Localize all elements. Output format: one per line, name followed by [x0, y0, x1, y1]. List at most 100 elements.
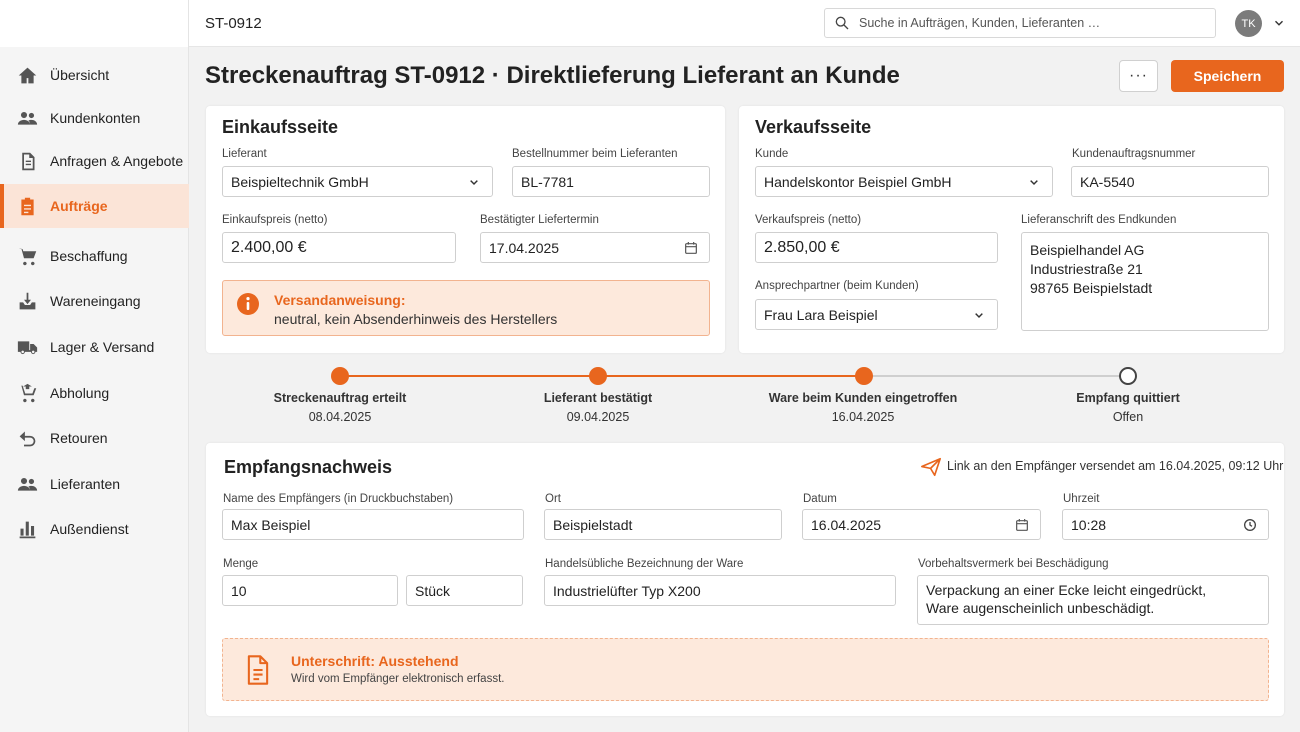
timeline-dot-done — [855, 367, 873, 385]
sidebar-item-lager-versand[interactable]: Lager & Versand — [0, 325, 189, 369]
sidebar-item-lieferanten[interactable]: Lieferanten — [0, 462, 189, 506]
people-icon — [16, 107, 38, 129]
purchase-price-value: 2.400,00 € — [231, 238, 307, 256]
delivery-date-label: Bestätigter Liefertermin — [480, 214, 599, 226]
clipboard-icon — [16, 195, 38, 217]
reservation-field[interactable]: Verpackung an einer Ecke leicht eingedrü… — [917, 575, 1269, 625]
customer-order-value: KA-5540 — [1080, 173, 1135, 190]
topbar: ST-0912 TK — [189, 0, 1300, 47]
quantity-field[interactable]: 10 — [222, 575, 398, 606]
more-options-button[interactable]: ··· — [1119, 60, 1158, 92]
signature-text: Wird vom Empfänger elektronisch erfasst. — [291, 673, 505, 685]
reservation-line-2: Ware augenscheinlich unbeschädigt. — [926, 600, 1155, 616]
page-title: Streckenauftrag ST-0912 · Direktlieferun… — [205, 62, 900, 89]
timeline-step-date: 09.04.2025 — [566, 410, 630, 424]
timeline-pending-line — [864, 375, 1128, 377]
sales-price-field[interactable]: 2.850,00 € — [755, 232, 998, 263]
sidebar-item-beschaffung[interactable]: Beschaffung — [0, 234, 189, 278]
sales-title: Verkaufsseite — [755, 117, 872, 137]
chevron-down-icon — [975, 312, 983, 318]
date-field[interactable]: 16.04.2025 — [802, 509, 1041, 540]
save-button[interactable]: Speichern — [1171, 60, 1284, 92]
timeline-step-date: 16.04.2025 — [831, 410, 895, 424]
search-input[interactable] — [859, 16, 1209, 30]
recipient-name-label: Name des Empfängers (in Druckbuchstaben) — [223, 493, 454, 505]
sidebar-item-auftraege[interactable]: Aufträge — [0, 184, 189, 228]
goods-value: Industrielüfter Typ X200 — [553, 582, 701, 599]
contact-select[interactable]: Frau Lara Beispiel — [755, 299, 998, 330]
customer-order-field[interactable]: KA-5540 — [1071, 166, 1269, 197]
sidebar-item-label: Anfragen & Angebote — [50, 153, 184, 169]
sidebar-item-label: Übersicht — [50, 67, 110, 83]
receipt-title: Empfangsnachweis — [224, 457, 393, 477]
calendar-icon[interactable] — [1014, 517, 1030, 533]
breadcrumb[interactable]: ST-0912 — [205, 15, 262, 32]
purchase-card: Einkaufsseite Lieferant Beispieltechnik … — [206, 106, 725, 353]
cart-icon — [16, 245, 38, 267]
document-icon — [16, 150, 38, 172]
notice-text: neutral, kein Absenderhinweis des Herste… — [274, 311, 558, 327]
return-arrow-icon — [16, 427, 38, 449]
customer-order-label: Kundenauftragsnummer — [1072, 148, 1196, 160]
global-search[interactable] — [824, 8, 1216, 38]
timeline-step-date: 08.04.2025 — [308, 410, 372, 424]
date-label: Datum — [803, 493, 837, 505]
purchase-price-field[interactable]: 2.400,00 € — [222, 232, 456, 263]
goods-field[interactable]: Industrielüfter Typ X200 — [544, 575, 896, 606]
sidebar-item-anfragen[interactable]: Anfragen & Angebote — [0, 139, 189, 183]
send-icon — [921, 457, 941, 477]
sidebar-item-label: Kundenkonten — [50, 110, 141, 126]
signature-title: Unterschrift: Ausstehend — [291, 653, 459, 669]
sidebar-item-abholung[interactable]: Abholung — [0, 371, 189, 415]
chevron-down-icon[interactable] — [1272, 16, 1286, 30]
time-field[interactable]: 10:28 — [1062, 509, 1269, 540]
time-label: Uhrzeit — [1063, 493, 1100, 505]
calendar-icon[interactable] — [683, 240, 699, 256]
user-avatar[interactable]: TK — [1235, 10, 1262, 37]
sidebar-item-label: Beschaffung — [50, 248, 128, 264]
sidebar: Übersicht Kundenkonten Anfragen & Angebo… — [0, 0, 189, 732]
recipient-name-value: Max Beispiel — [231, 516, 311, 533]
city-field[interactable]: Beispielstadt — [544, 509, 782, 540]
customer-select[interactable]: Handelskontor Beispiel GmbH — [755, 166, 1053, 197]
reservation-label: Vorbehaltsvermerk bei Beschädigung — [918, 558, 1109, 570]
sidebar-item-uebersicht[interactable]: Übersicht — [0, 53, 189, 97]
order-number-field[interactable]: BL-7781 — [512, 166, 710, 197]
clock-icon[interactable] — [1242, 517, 1258, 533]
people-icon — [16, 473, 38, 495]
supplier-value: Beispieltechnik GmbH — [231, 173, 369, 190]
sidebar-item-kundenkonten[interactable]: Kundenkonten — [0, 96, 189, 140]
sidebar-item-label: Retouren — [50, 430, 108, 446]
cart-pickup-icon — [16, 382, 38, 404]
purchase-title: Einkaufsseite — [222, 117, 339, 137]
address-line-2: Industriestraße 21 — [1030, 261, 1143, 277]
home-icon — [16, 64, 38, 86]
goods-label: Handelsübliche Bezeichnung der Ware — [545, 558, 744, 570]
sidebar-item-retouren[interactable]: Retouren — [0, 416, 189, 460]
timeline-step-label: Ware beim Kunden eingetroffen — [768, 391, 958, 405]
order-number-value: BL-7781 — [521, 173, 574, 190]
supplier-select[interactable]: Beispieltechnik GmbH — [222, 166, 493, 197]
delivery-date-field[interactable]: 17.04.2025 — [480, 232, 710, 263]
sales-price-value: 2.850,00 € — [764, 238, 840, 256]
delivery-address-label: Lieferanschrift des Endkunden — [1021, 214, 1177, 226]
customer-value: Handelskontor Beispiel GmbH — [764, 173, 952, 190]
sidebar-header — [0, 0, 188, 47]
delivery-address-field[interactable]: Beispielhandel AG Industriestraße 21 987… — [1021, 232, 1269, 331]
contact-label: Ansprechpartner (beim Kunden) — [755, 280, 919, 292]
unit-field[interactable]: Stück — [406, 575, 523, 606]
address-line-1: Beispielhandel AG — [1030, 242, 1145, 258]
timeline-step-date: Offen — [1112, 410, 1144, 424]
timeline-dot-done — [331, 367, 349, 385]
search-icon — [835, 16, 849, 30]
order-number-label: Bestellnummer beim Lieferanten — [512, 148, 678, 160]
link-sent-info: Link an den Empfänger versendet am 16.04… — [947, 459, 1284, 473]
reservation-line-1: Verpackung an einer Ecke leicht eingedrü… — [926, 582, 1207, 598]
sidebar-item-wareneingang[interactable]: Wareneingang — [0, 279, 189, 323]
timeline-step-label: Empfang quittiert — [1076, 391, 1180, 405]
delivery-date-value: 17.04.2025 — [489, 239, 560, 256]
supplier-label: Lieferant — [222, 148, 267, 160]
sidebar-item-aussendienst[interactable]: Außendienst — [0, 507, 189, 551]
recipient-name-field[interactable]: Max Beispiel — [222, 509, 524, 540]
sidebar-item-label: Außendienst — [50, 521, 129, 537]
